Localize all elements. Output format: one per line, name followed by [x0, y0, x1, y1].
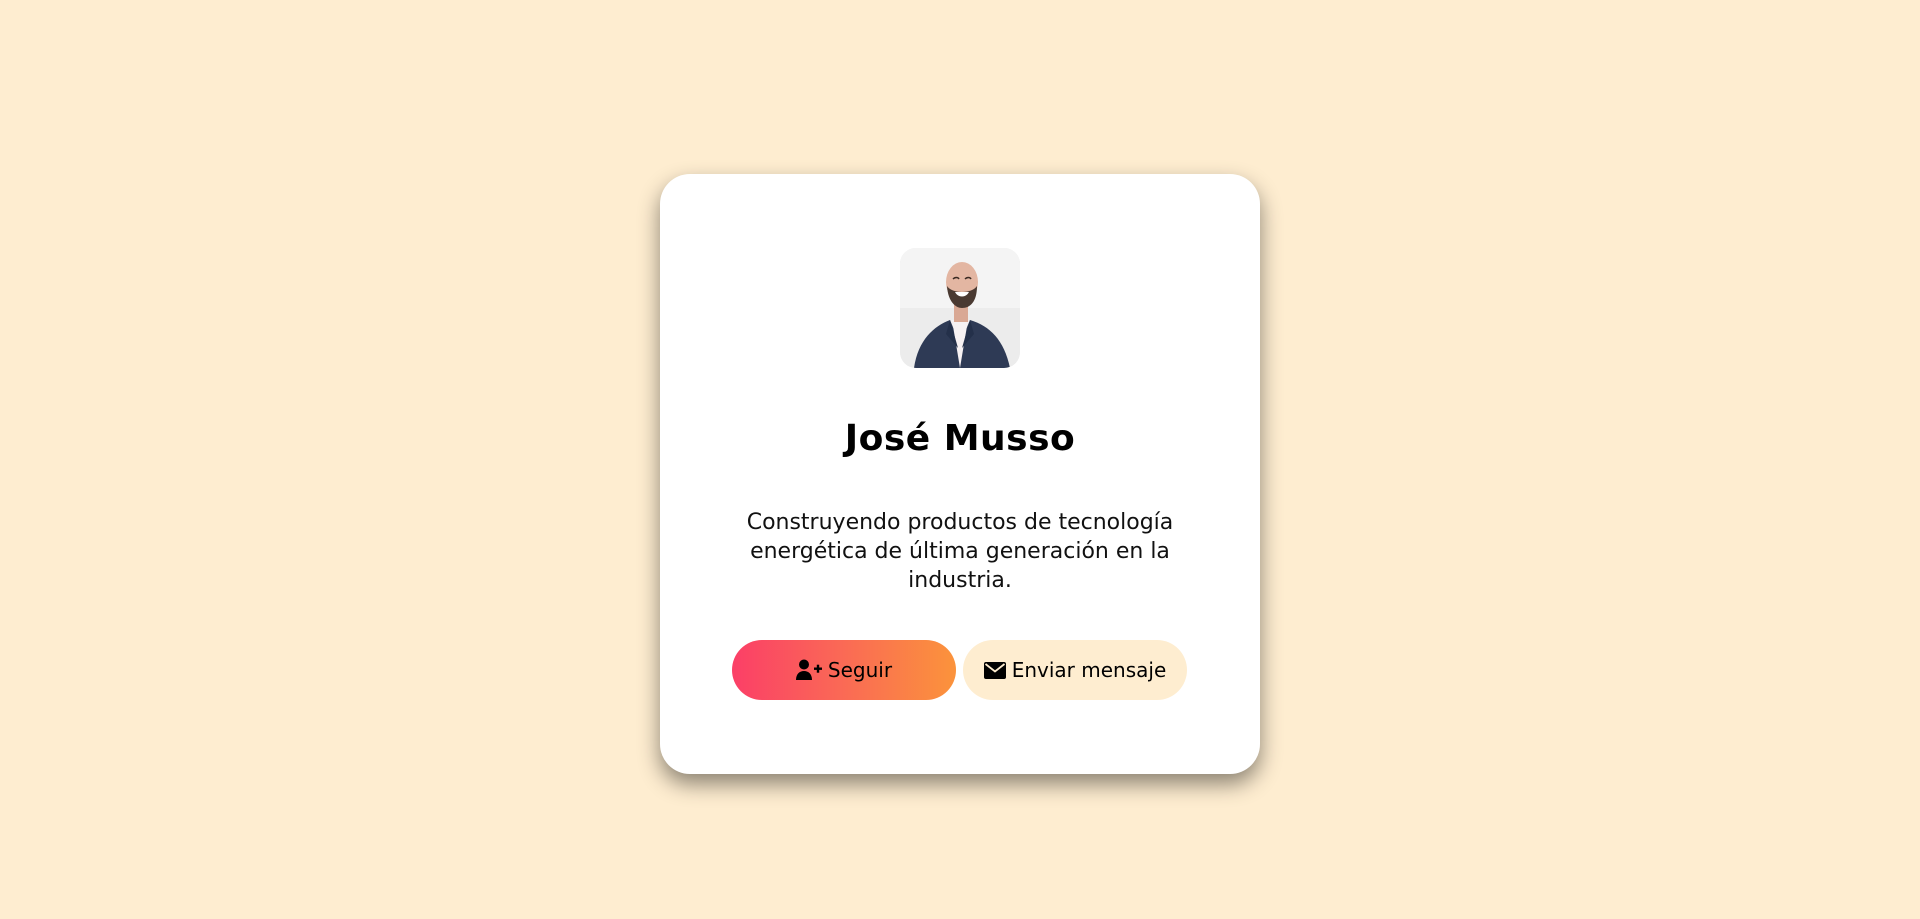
- profile-bio: Construyendo productos de tecnología ene…: [746, 510, 1174, 593]
- envelope-icon: [983, 661, 1006, 679]
- profile-card: José Musso Construyendo productos de tec…: [660, 174, 1260, 774]
- send-message-button[interactable]: Enviar mensaje: [963, 640, 1187, 700]
- profile-name: José Musso: [844, 418, 1076, 459]
- avatar-photo: [900, 248, 1020, 368]
- follow-button[interactable]: Seguir: [732, 640, 956, 700]
- page: José Musso Construyendo productos de tec…: [0, 0, 1920, 919]
- avatar: [900, 248, 1020, 368]
- user-plus-icon: [795, 659, 822, 680]
- follow-button-label: Seguir: [827, 658, 893, 682]
- send-message-button-label: Enviar mensaje: [1011, 658, 1167, 682]
